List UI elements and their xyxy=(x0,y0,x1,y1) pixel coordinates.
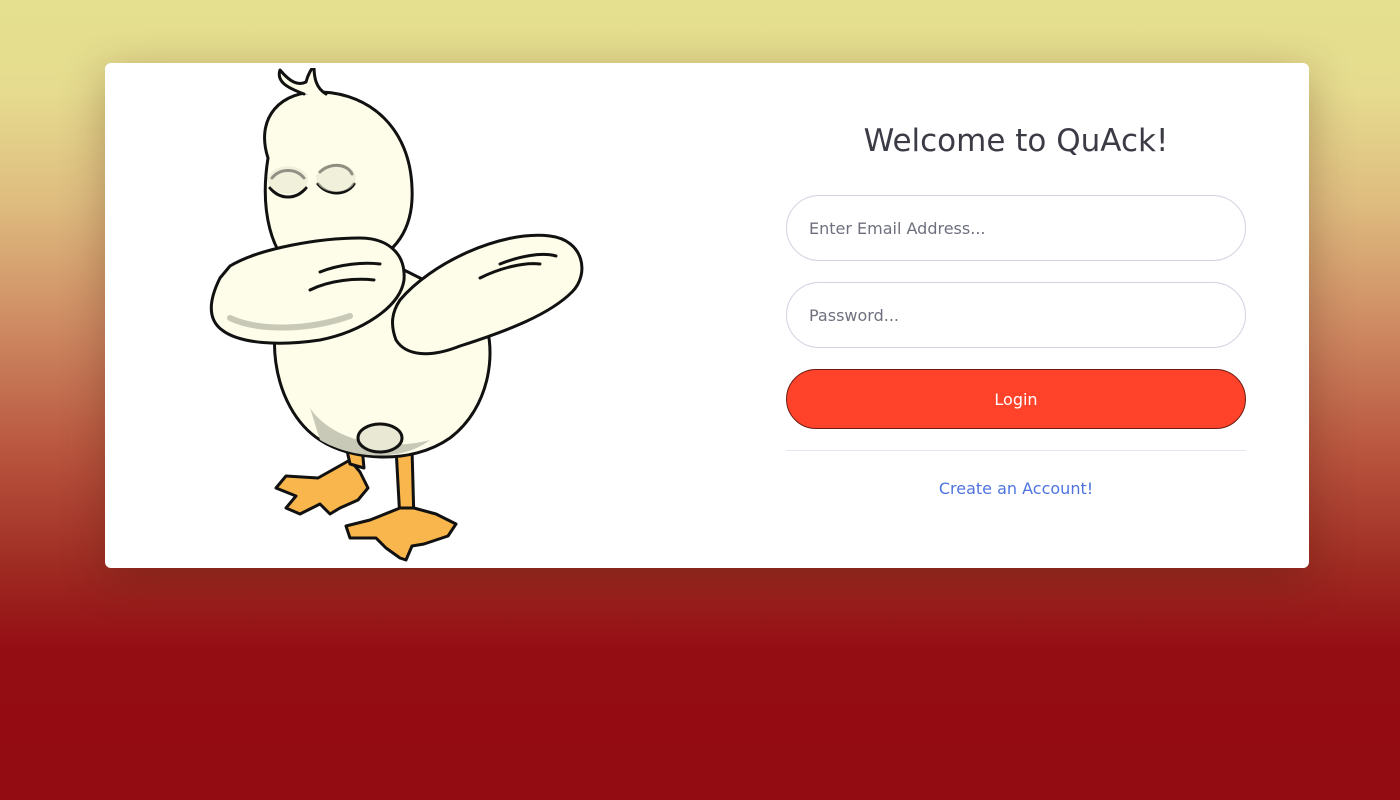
dabbing-duck-icon xyxy=(200,68,600,568)
password-input[interactable] xyxy=(786,282,1246,348)
login-form: Welcome to QuAck! Login Create an Accoun… xyxy=(786,63,1246,568)
email-input[interactable] xyxy=(786,195,1246,261)
divider xyxy=(786,450,1246,451)
login-button[interactable]: Login xyxy=(786,369,1246,429)
login-card: Welcome to QuAck! Login Create an Accoun… xyxy=(105,63,1309,568)
page-title: Welcome to QuAck! xyxy=(863,123,1169,159)
create-account-link[interactable]: Create an Account! xyxy=(786,479,1246,498)
